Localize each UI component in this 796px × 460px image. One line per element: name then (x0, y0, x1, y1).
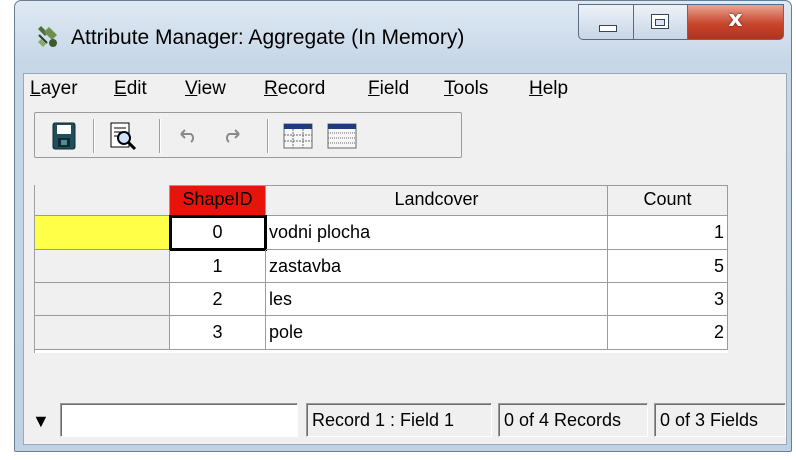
menu-record[interactable]: Record (264, 78, 325, 100)
menu-edit[interactable]: Edit (114, 78, 147, 100)
menu-bar: Layer Edit View Record Field Tools Help (24, 74, 786, 104)
attribute-manager-window: Attribute Manager: Aggregate (In Memory)… (14, 0, 792, 452)
cell-landcover[interactable]: pole (266, 316, 608, 350)
column-header-shapeid[interactable]: ShapeID (170, 185, 266, 216)
app-icon (38, 26, 57, 47)
client-area: Layer Edit View Record Field Tools Help (23, 73, 787, 445)
row-header-current[interactable] (35, 216, 170, 250)
cell-count[interactable]: 5 (608, 250, 728, 283)
cell-count[interactable]: 2 (608, 316, 728, 350)
row-header[interactable] (35, 283, 170, 316)
undo-icon[interactable] (171, 120, 205, 152)
menu-view[interactable]: View (185, 78, 226, 100)
cell-landcover[interactable]: vodni plocha (266, 216, 608, 250)
column-header-landcover[interactable]: Landcover (266, 185, 608, 216)
status-input[interactable] (60, 403, 298, 437)
title-bar[interactable]: Attribute Manager: Aggregate (In Memory)… (15, 1, 791, 73)
preview-icon[interactable] (105, 120, 139, 152)
dropdown-arrow-icon[interactable]: ▼ (32, 411, 50, 432)
cell-count[interactable]: 1 (608, 216, 728, 250)
toolbar (34, 112, 462, 158)
redo-icon[interactable] (215, 120, 249, 152)
cell-shapeid[interactable]: 2 (170, 283, 266, 316)
save-icon[interactable] (47, 120, 81, 152)
cell-shapeid[interactable]: 1 (170, 250, 266, 283)
maximize-button[interactable] (634, 4, 688, 40)
menu-help[interactable]: Help (529, 78, 568, 100)
cell-shapeid[interactable]: 3 (170, 316, 266, 350)
close-button[interactable]: x (688, 4, 784, 40)
cell-landcover[interactable]: les (266, 283, 608, 316)
corner-header (35, 185, 170, 216)
window-title: Attribute Manager: Aggregate (In Memory) (71, 26, 465, 49)
row-header[interactable] (35, 250, 170, 283)
minimize-icon (599, 25, 617, 32)
status-fields: 0 of 3 Fields (654, 403, 786, 437)
status-records: 0 of 4 Records (498, 403, 648, 437)
minimize-button[interactable] (578, 4, 634, 40)
column-header-count[interactable]: Count (608, 185, 728, 216)
cell-count[interactable]: 3 (608, 283, 728, 316)
status-bar: ▼ Record 1 : Field 1 0 of 4 Records 0 of… (24, 402, 786, 440)
cell-landcover[interactable]: zastavba (266, 250, 608, 283)
close-icon: x (728, 7, 743, 32)
menu-layer[interactable]: Layer (30, 78, 78, 100)
maximize-icon (651, 14, 669, 29)
table-dotted-icon[interactable] (325, 120, 359, 152)
attribute-table: ShapeID Landcover Count 0 vodni plocha 1… (34, 185, 728, 353)
row-header[interactable] (35, 316, 170, 350)
status-position: Record 1 : Field 1 (306, 403, 492, 437)
menu-field[interactable]: Field (368, 78, 409, 100)
table-grid-icon[interactable] (281, 120, 315, 152)
cell-shapeid[interactable]: 0 (169, 215, 267, 251)
menu-tools[interactable]: Tools (444, 78, 488, 100)
